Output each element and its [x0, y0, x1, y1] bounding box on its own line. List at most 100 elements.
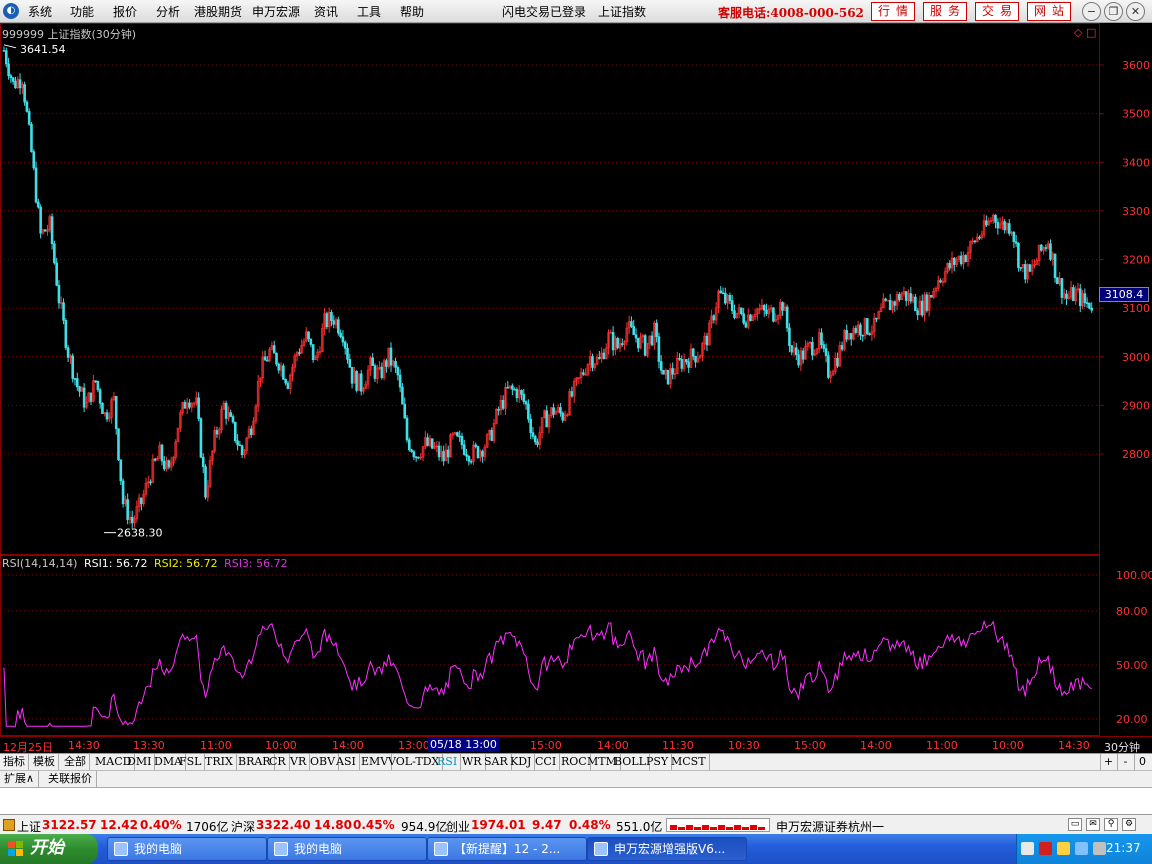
candle-body: [1053, 253, 1057, 279]
tab-template[interactable]: 模板: [30, 754, 59, 770]
candle-body: [795, 347, 798, 356]
layout-icon[interactable]: ▭: [1068, 818, 1082, 831]
candle-body: [861, 334, 865, 337]
cy-price: 1974.01: [471, 818, 526, 832]
candle-body: [959, 255, 963, 265]
status-lock-icon[interactable]: [3, 819, 15, 831]
candle-body: [405, 417, 409, 441]
time-tick: 14:30: [68, 739, 100, 752]
minimize-icon[interactable]: −: [1082, 2, 1101, 21]
candle-body: [121, 480, 125, 505]
price-panel-frame: [0, 23, 1100, 555]
candle-body: [859, 324, 862, 336]
candle-body: [865, 318, 869, 334]
tab-asi[interactable]: ASI: [333, 754, 360, 770]
network-icon[interactable]: [1075, 842, 1088, 855]
time-tick: 15:00: [794, 739, 826, 752]
zoom-out-button[interactable]: -: [1117, 754, 1133, 770]
time-tick: 13:00: [398, 739, 430, 752]
menu-tools[interactable]: 工具: [357, 3, 381, 20]
rsi1-value: RSI1: 56.72: [83, 557, 148, 570]
candle-body: [1017, 242, 1020, 268]
candle-body: [456, 432, 459, 437]
input-method-icon[interactable]: [1039, 842, 1052, 855]
taskbar-item-active[interactable]: 申万宏源增强版V6...: [587, 837, 747, 861]
menu-analysis[interactable]: 分析: [156, 3, 180, 20]
tab-all[interactable]: 全部: [61, 754, 90, 770]
panel-control-icon[interactable]: ◇ □: [1074, 26, 1096, 39]
candle-body: [64, 320, 68, 349]
time-tick: 11:00: [200, 739, 232, 752]
kline-rsi-chart[interactable]: 3600 3500 3400 3300 3200 3100 3000 2900 2800 100.…: [0, 23, 1152, 736]
menu-hk-futures[interactable]: 港股期货: [194, 3, 242, 20]
reset-zoom-button[interactable]: 0: [1134, 754, 1150, 770]
tab-trix[interactable]: TRIX: [202, 754, 237, 770]
menu-help[interactable]: 帮助: [400, 3, 424, 20]
candle-body: [371, 357, 374, 366]
signal-icon[interactable]: ⚲: [1104, 818, 1118, 831]
extension-panel: [0, 787, 1152, 814]
candle-body: [188, 402, 191, 408]
price-axis-label: 2900: [1122, 399, 1150, 412]
app-logo-icon[interactable]: ◐: [3, 3, 19, 19]
tab-cci[interactable]: CCI: [532, 754, 561, 770]
menu-system[interactable]: 系统: [28, 3, 52, 20]
service-button[interactable]: 服务: [923, 2, 967, 21]
candle-body: [765, 309, 768, 314]
restore-icon[interactable]: ❐: [1104, 2, 1123, 21]
candle-body: [712, 315, 716, 321]
menu-news[interactable]: 资讯: [314, 3, 338, 20]
cy-amount: 551.0亿: [616, 820, 663, 834]
taskbar-item[interactable]: 【新提醒】12 - 2...: [427, 837, 587, 861]
related-quotes-button[interactable]: 关联报价: [44, 771, 97, 787]
website-button[interactable]: 网站: [1027, 2, 1071, 21]
candle-body: [14, 81, 17, 89]
candle-body: [685, 359, 688, 363]
candle-body: [309, 338, 313, 345]
rsi-axis-label: 50.00: [1116, 659, 1148, 672]
candle-body: [446, 449, 450, 458]
start-button[interactable]: 开始: [0, 834, 98, 864]
message-icon[interactable]: ✉: [1086, 818, 1100, 831]
low-marker-label: 2638.30: [117, 527, 163, 540]
price-axis-label: 3100: [1122, 302, 1150, 315]
chart-area[interactable]: 3600 3500 3400 3300 3200 3100 3000 2900 2800 100.…: [0, 23, 1152, 736]
candle-body: [233, 421, 237, 442]
candle-body: [39, 206, 42, 234]
candle-body: [50, 216, 54, 245]
keyboard-icon[interactable]: [1021, 842, 1034, 855]
candle-body: [105, 412, 109, 420]
candle-body: [229, 412, 233, 417]
candle-body: [401, 386, 404, 405]
taskbar-item[interactable]: 我的电脑: [107, 837, 267, 861]
time-tick: 15:00: [530, 739, 562, 752]
tab-rsi[interactable]: RSI: [434, 754, 462, 770]
taskbar-item-label: 【新提醒】12 - 2...: [454, 842, 561, 856]
tab-indicator[interactable]: 指标: [0, 754, 29, 770]
settings-icon[interactable]: ⚙: [1122, 818, 1136, 831]
candle-body: [591, 356, 594, 368]
candle-body: [680, 359, 684, 369]
menu-swhy[interactable]: 申万宏源: [252, 3, 300, 20]
market-button[interactable]: 行情: [871, 2, 915, 21]
taskbar-item[interactable]: 我的电脑: [267, 837, 427, 861]
candle-body: [408, 439, 411, 451]
tray-app-icon[interactable]: [1093, 842, 1106, 855]
menu-function[interactable]: 功能: [70, 3, 94, 20]
trade-button[interactable]: 交易: [975, 2, 1019, 21]
sh-change: 12.42: [100, 818, 138, 832]
candle-body: [339, 332, 342, 338]
candle-body: [272, 345, 276, 354]
zoom-in-button[interactable]: +: [1100, 754, 1116, 770]
candle-body: [1056, 277, 1059, 285]
candle-body: [749, 314, 752, 321]
tab-mcst[interactable]: MCST: [668, 754, 710, 770]
expand-button[interactable]: 扩展∧: [0, 771, 40, 787]
candle-body: [96, 380, 100, 391]
candle-body: [98, 389, 102, 404]
volume-icon[interactable]: [1057, 842, 1070, 855]
close-icon[interactable]: ✕: [1126, 2, 1145, 21]
candle-body: [637, 337, 640, 349]
menu-quote[interactable]: 报价: [113, 3, 137, 20]
candle-body: [886, 299, 890, 302]
